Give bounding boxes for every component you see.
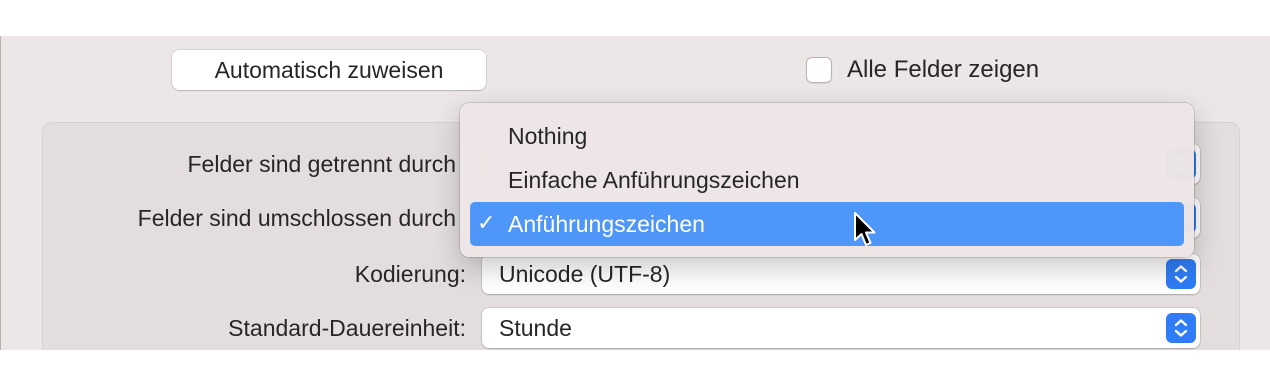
menu-item-double-quotes[interactable]: ✓ Anführungszeichen xyxy=(470,202,1184,246)
fields-separated-label: Felder sind getrennt durch xyxy=(187,151,457,177)
default-duration-unit-popup[interactable]: Stunde xyxy=(482,308,1200,348)
encoding-value: Unicode (UTF-8) xyxy=(499,261,671,287)
window-edge xyxy=(0,36,4,350)
mouse-pointer-icon xyxy=(853,211,879,254)
fields-enclosed-label: Felder sind umschlossen durch xyxy=(137,205,456,231)
up-down-chevron-icon xyxy=(1166,259,1196,289)
default-duration-unit-value: Stunde xyxy=(499,315,572,341)
encoding-label: Kodierung: xyxy=(354,261,466,287)
menu-item-nothing[interactable]: Nothing xyxy=(470,114,1184,158)
show-all-fields-option[interactable]: Alle Felder zeigen xyxy=(806,54,1039,86)
up-down-chevron-icon xyxy=(1166,313,1196,343)
default-duration-unit-label: Standard-Dauereinheit: xyxy=(228,315,466,341)
show-all-fields-label: Alle Felder zeigen xyxy=(847,56,1040,83)
menu-item-label: Nothing xyxy=(508,123,588,149)
show-all-fields-checkbox[interactable] xyxy=(806,57,832,83)
menu-item-single-quotes[interactable]: Einfache Anführungszeichen xyxy=(470,158,1184,202)
encoding-popup[interactable]: Unicode (UTF-8) xyxy=(482,254,1200,294)
menu-item-label: Einfache Anführungszeichen xyxy=(508,167,800,193)
checkmark-icon: ✓ xyxy=(477,211,496,236)
menu-item-label: Anführungszeichen xyxy=(508,211,705,237)
enclosure-dropdown-menu: Nothing Einfache Anführungszeichen ✓ Anf… xyxy=(460,103,1194,257)
auto-assign-button[interactable]: Automatisch zuweisen xyxy=(172,50,486,90)
